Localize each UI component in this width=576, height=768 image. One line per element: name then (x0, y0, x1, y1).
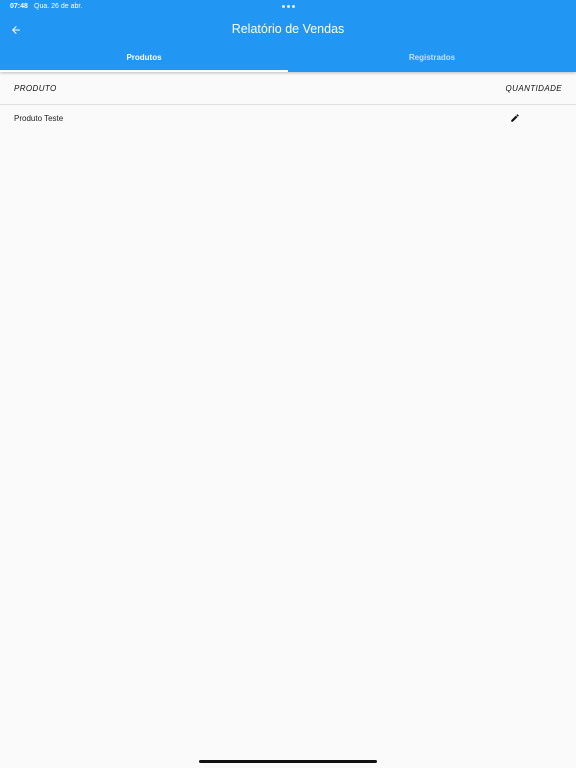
app-bar: 07:48 Qua. 26 de abr. Relatório de Venda… (0, 0, 576, 72)
tab-bar: Produtos Registrados (0, 45, 576, 72)
sales-table: PRODUTO QUANTIDADE Produto Teste (0, 72, 576, 133)
app-screen: 07:48 Qua. 26 de abr. Relatório de Venda… (0, 0, 576, 768)
tab-registrados[interactable]: Registrados (288, 45, 576, 72)
edit-pencil-icon (511, 114, 519, 122)
table-header: PRODUTO QUANTIDADE (0, 72, 576, 105)
tab-label: Produtos (126, 53, 162, 62)
home-indicator[interactable] (199, 760, 377, 763)
multitasking-dots-icon[interactable] (282, 5, 295, 8)
page-title: Relatório de Vendas (231, 22, 345, 36)
column-header-quantidade: QUANTIDADE (505, 84, 562, 93)
status-bar: 07:48 Qua. 26 de abr. (0, 0, 576, 14)
edit-button[interactable] (509, 112, 521, 124)
status-date: Qua. 26 de abr. (34, 3, 83, 10)
table-row: Produto Teste (0, 105, 576, 133)
status-time: 07:48 (10, 3, 28, 10)
column-header-produto: PRODUTO (14, 84, 57, 93)
tab-label: Registrados (408, 53, 456, 62)
product-name: Produto Teste (14, 114, 64, 123)
tab-produtos[interactable]: Produtos (0, 45, 288, 72)
